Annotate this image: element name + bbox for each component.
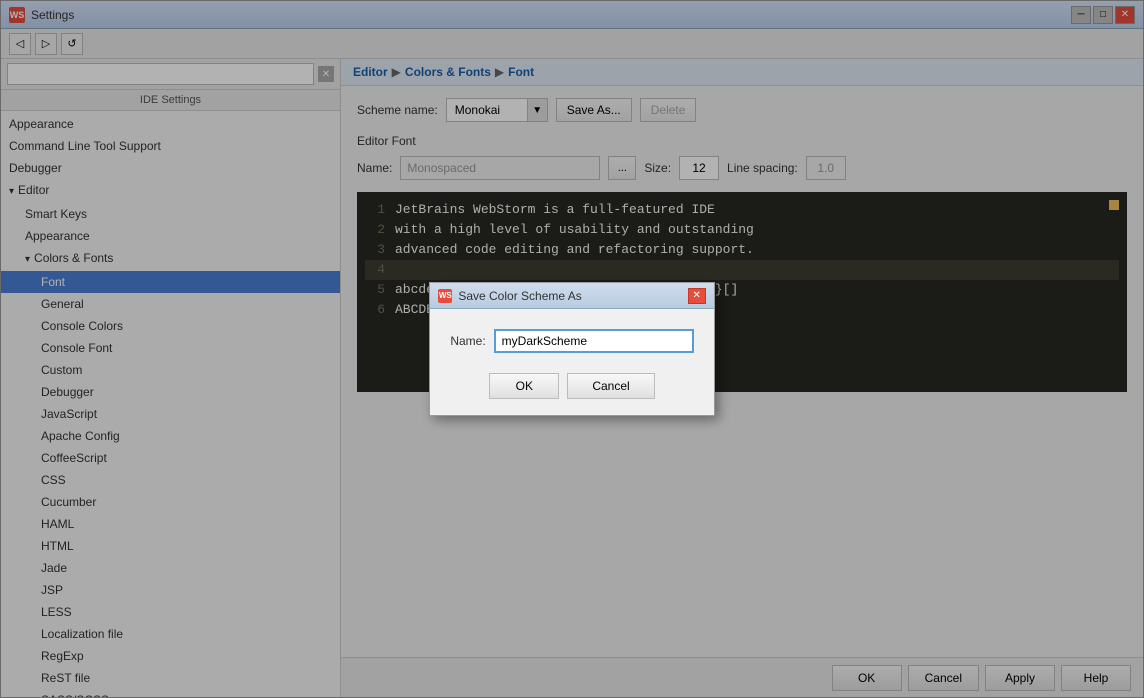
modal-ok-button[interactable]: OK <box>489 373 559 399</box>
modal-close-button[interactable]: ✕ <box>688 288 706 304</box>
modal-title-bar: WS Save Color Scheme As ✕ <box>430 283 713 309</box>
modal-buttons: OK Cancel <box>450 373 693 399</box>
modal-body: Name: OK Cancel <box>430 309 713 415</box>
modal-name-label: Name: <box>450 334 485 348</box>
modal-field-row: Name: <box>450 329 693 353</box>
modal-title-text: Save Color Scheme As <box>458 289 581 303</box>
modal-ws-icon: WS <box>438 289 452 303</box>
modal-cancel-button[interactable]: Cancel <box>567 373 654 399</box>
modal-overlay: WS Save Color Scheme As ✕ Name: OK Cance… <box>0 0 1144 698</box>
save-color-scheme-dialog: WS Save Color Scheme As ✕ Name: OK Cance… <box>429 282 714 416</box>
modal-name-input[interactable] <box>494 329 694 353</box>
modal-title-left: WS Save Color Scheme As <box>438 289 581 303</box>
